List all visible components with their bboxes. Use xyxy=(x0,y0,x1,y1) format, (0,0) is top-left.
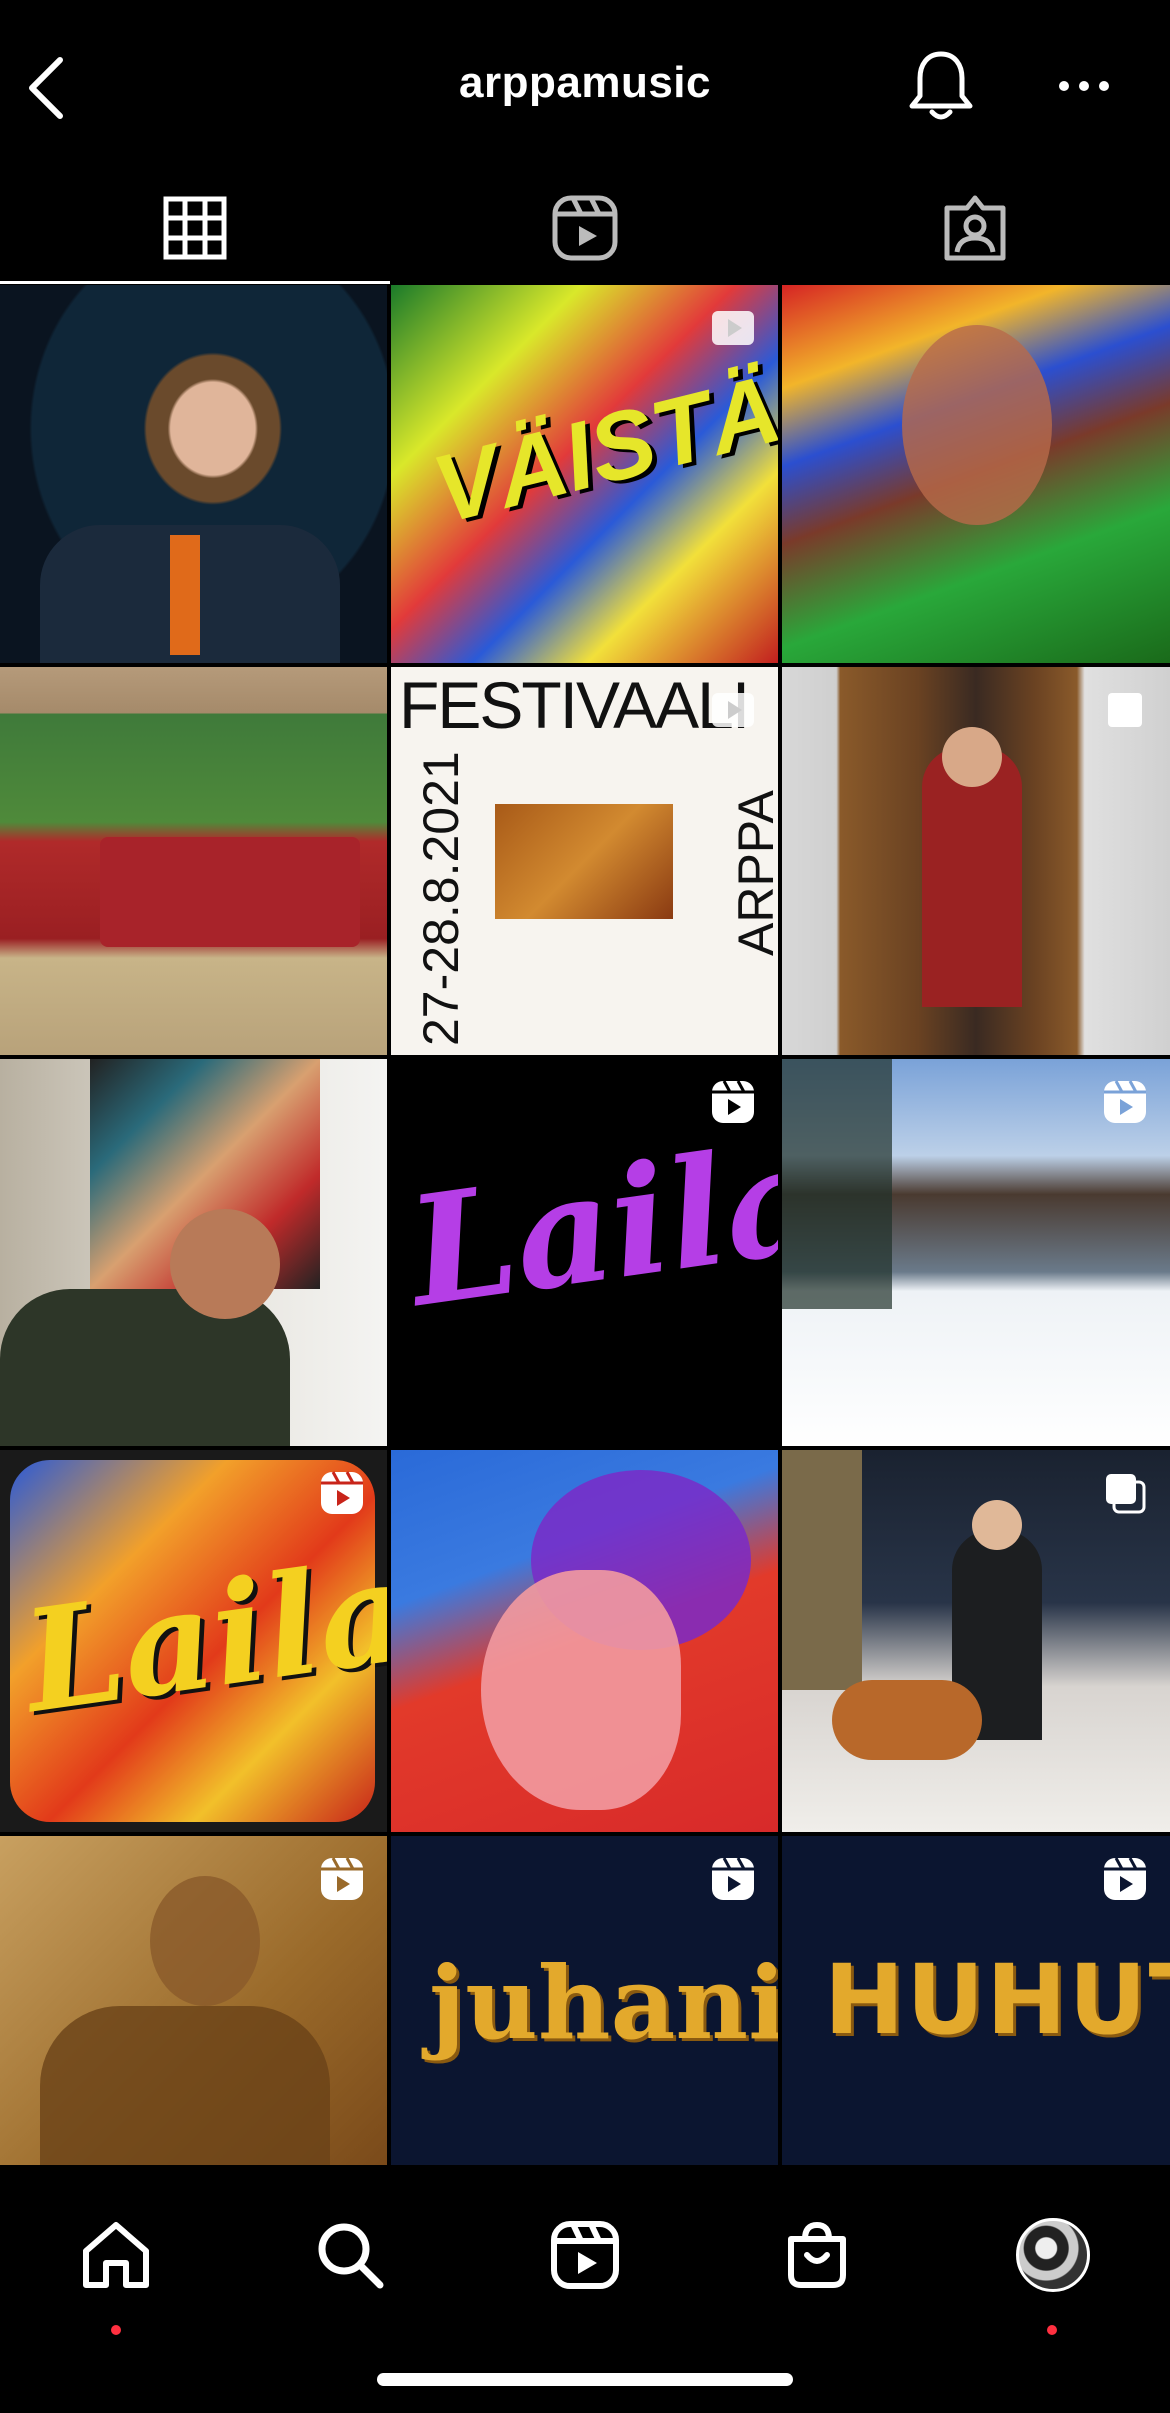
post-tile[interactable] xyxy=(0,667,387,1055)
post-title-text: juhani xyxy=(429,1944,778,2062)
reels-icon xyxy=(1104,1080,1146,1123)
post-title-text: VÄISTÄ xyxy=(423,355,778,545)
shop-icon xyxy=(788,2221,846,2288)
post-tile[interactable] xyxy=(782,667,1170,1055)
reels-icon xyxy=(551,2221,619,2289)
post-image xyxy=(902,325,1052,525)
more-options-button[interactable] xyxy=(1056,70,1112,102)
post-image xyxy=(782,1059,892,1309)
reels-icon xyxy=(712,1080,754,1123)
post-image xyxy=(150,1876,260,2006)
profile-notification-dot xyxy=(1047,2325,1057,2335)
home-icon xyxy=(83,2222,149,2288)
post-tile[interactable]: Laila xyxy=(0,1450,387,1832)
tab-posts[interactable] xyxy=(0,172,390,284)
post-tile[interactable] xyxy=(0,285,387,663)
carousel-icon xyxy=(1106,1474,1146,1514)
nav-home[interactable] xyxy=(56,2195,176,2315)
post-title-text: Laila xyxy=(398,1109,778,1341)
home-notification-dot xyxy=(111,2325,121,2335)
tab-reels[interactable] xyxy=(390,172,780,284)
post-tile[interactable]: VÄISTÄ xyxy=(391,285,778,663)
post-image xyxy=(170,1209,280,1319)
post-tile[interactable] xyxy=(391,1450,778,1832)
post-artist-text: ARPPA xyxy=(728,790,778,956)
tagged-icon xyxy=(944,195,1006,261)
tab-tagged[interactable] xyxy=(780,172,1170,284)
profile-tabs xyxy=(0,172,1170,284)
post-image xyxy=(100,837,360,947)
video-icon xyxy=(712,693,754,727)
post-date-text: 27-28.8.2021 xyxy=(413,751,469,1046)
reels-icon xyxy=(552,195,618,261)
profile-username: arppamusic xyxy=(459,58,711,107)
post-image xyxy=(481,1570,681,1810)
post-tile[interactable] xyxy=(782,1059,1170,1446)
post-tile[interactable] xyxy=(782,1450,1170,1832)
post-tile[interactable] xyxy=(0,1059,387,1446)
post-image xyxy=(495,804,673,919)
reels-icon xyxy=(321,1857,363,1900)
post-tile[interactable]: Laila xyxy=(391,1059,778,1446)
post-tile[interactable] xyxy=(0,1836,387,2165)
top-bar: arppamusic xyxy=(0,0,1170,172)
post-image xyxy=(832,1680,982,1760)
home-indicator xyxy=(377,2373,793,2386)
reels-icon xyxy=(712,1857,754,1900)
bell-icon xyxy=(909,51,973,120)
post-image xyxy=(942,727,1002,787)
post-tile[interactable]: HUHUT xyxy=(782,1836,1170,2165)
post-image xyxy=(170,535,200,655)
avatar xyxy=(1016,2218,1090,2292)
post-image xyxy=(40,2006,330,2165)
more-icon xyxy=(1059,81,1109,91)
post-tile[interactable] xyxy=(782,285,1170,663)
search-icon xyxy=(318,2223,384,2289)
nav-profile[interactable] xyxy=(993,2195,1113,2315)
post-title-text: HUHUT xyxy=(824,1944,1170,2056)
nav-search[interactable] xyxy=(290,2195,410,2315)
carousel-icon xyxy=(1108,693,1142,727)
post-image xyxy=(782,1450,862,1690)
nav-reels[interactable] xyxy=(525,2195,645,2315)
notifications-button[interactable] xyxy=(906,48,976,124)
reels-icon xyxy=(321,1471,363,1514)
post-tile[interactable]: FESTIVAALI 27-28.8.2021 ARPPA xyxy=(391,667,778,1055)
reels-icon xyxy=(1104,1857,1146,1900)
video-icon xyxy=(712,311,754,345)
post-tile[interactable]: juhani xyxy=(391,1836,778,2165)
posts-grid: VÄISTÄ FESTIVAALI 27-28.8.2021 ARPPA Lai… xyxy=(0,285,1170,2165)
grid-icon xyxy=(163,196,227,260)
post-image xyxy=(972,1500,1022,1550)
profile-screen: arppamusic VÄISTÄ FESTIVAALI 27-28.8.202… xyxy=(0,0,1170,2413)
nav-shop[interactable] xyxy=(757,2195,877,2315)
